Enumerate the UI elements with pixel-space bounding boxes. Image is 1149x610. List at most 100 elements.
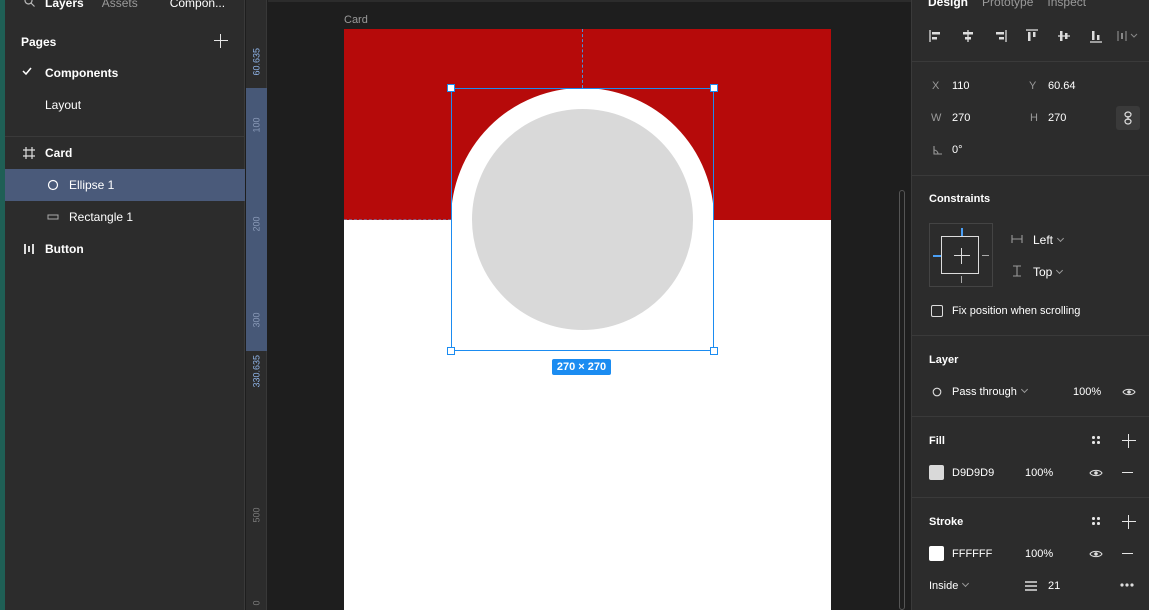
page-item-components[interactable]: Components (0, 57, 245, 89)
chevron-down-icon (1056, 234, 1065, 243)
stroke-hex-field[interactable]: FFFFFF (952, 548, 992, 560)
tab-prototype[interactable]: Prototype (982, 0, 1033, 9)
tab-components[interactable]: Compon... (170, 0, 225, 10)
horizontal-constraint-select[interactable]: Left (1033, 233, 1065, 247)
figma-app: Layers Assets Compon... Pages Components… (0, 0, 1149, 610)
fix-position-checkbox[interactable] (931, 305, 943, 317)
resize-handle-bottom-left[interactable] (447, 347, 455, 355)
align-vertical-center-icon[interactable] (1056, 28, 1072, 44)
y-label: Y (1029, 80, 1037, 92)
blend-mode-select[interactable]: Pass through (952, 385, 1028, 398)
divider (912, 416, 1149, 417)
divider (912, 175, 1149, 176)
right-tabs: Design Prototype Inspect (928, 0, 1086, 9)
divider (912, 61, 1149, 62)
fill-styles-icon[interactable] (1091, 435, 1101, 445)
vertical-constraint-select[interactable]: Top (1033, 265, 1064, 279)
resize-handle-top-right[interactable] (710, 84, 718, 92)
more-options-icon[interactable] (1119, 582, 1135, 588)
width-field[interactable]: 270 (952, 112, 970, 124)
vertical-constraint-icon (1013, 265, 1021, 277)
remove-fill-button[interactable] (1122, 472, 1133, 474)
constraint-h-value: Left (1033, 233, 1054, 247)
add-page-button[interactable] (214, 34, 228, 48)
check-icon (22, 67, 32, 76)
ruler-tick: 500 (251, 507, 262, 523)
chevron-down-icon (962, 579, 970, 588)
fill-title: Fill (929, 435, 945, 447)
auto-layout-icon (24, 244, 34, 254)
layer-card[interactable]: Card (5, 137, 245, 169)
pages-title: Pages (21, 35, 57, 49)
distribute-icon[interactable] (1116, 28, 1140, 44)
fill-color-swatch[interactable] (929, 465, 944, 480)
divider (912, 497, 1149, 498)
constraint-v-value: Top (1033, 265, 1053, 279)
add-stroke-button[interactable] (1122, 515, 1136, 529)
fill-opacity-field[interactable]: 100% (1025, 467, 1053, 479)
x-field[interactable]: 110 (952, 80, 970, 92)
search-icon[interactable] (24, 0, 35, 7)
frame-label[interactable]: Card (344, 14, 368, 26)
blend-mode-icon (932, 387, 942, 397)
add-fill-button[interactable] (1122, 434, 1136, 448)
frame-icon (23, 147, 35, 159)
size-badge: 270 × 270 (552, 359, 611, 375)
tab-layers[interactable]: Layers (45, 0, 84, 10)
constraint-widget[interactable] (929, 223, 993, 287)
eye-icon[interactable] (1089, 468, 1103, 478)
ruler-tick: 300 (251, 312, 262, 328)
chevron-down-icon (1056, 266, 1064, 275)
stroke-styles-icon[interactable] (1091, 516, 1101, 526)
eye-icon[interactable] (1089, 549, 1103, 559)
h-label: H (1030, 112, 1038, 124)
link-icon (1124, 111, 1132, 125)
y-field[interactable]: 60.64 (1048, 80, 1076, 92)
layer-title: Layer (929, 354, 959, 366)
fix-position-label: Fix position when scrolling (952, 305, 1081, 317)
layer-label: Card (45, 146, 73, 160)
remove-stroke-button[interactable] (1122, 553, 1133, 555)
constrain-proportions-button[interactable] (1116, 106, 1140, 130)
chevron-down-icon (1020, 385, 1028, 394)
layer-ellipse-1[interactable]: Ellipse 1 (5, 169, 245, 201)
align-horizontal-center-icon[interactable] (960, 28, 976, 44)
page-label: Components (45, 66, 119, 80)
ruler-tick: 100 (251, 117, 262, 133)
vertical-scrollbar[interactable] (899, 190, 905, 610)
resize-handle-top-left[interactable] (447, 84, 455, 92)
alignment-toolbar (928, 28, 1143, 46)
height-field[interactable]: 270 (1048, 112, 1066, 124)
right-panel: Design Prototype Inspect X 110 Y 60.64 W… (911, 0, 1149, 610)
divider (912, 335, 1149, 336)
ruler-tick: 330.635 (251, 354, 262, 388)
rotation-field[interactable]: 0° (952, 144, 963, 156)
stroke-opacity-field[interactable]: 100% (1025, 548, 1053, 560)
tab-assets[interactable]: Assets (102, 0, 138, 10)
page-item-layout[interactable]: Layout (0, 89, 245, 121)
left-panel: Layers Assets Compon... Pages Components… (0, 0, 245, 610)
eye-icon[interactable] (1122, 387, 1136, 397)
stroke-title: Stroke (929, 516, 964, 528)
layer-rectangle-1[interactable]: Rectangle 1 (5, 201, 245, 233)
tab-inspect[interactable]: Inspect (1047, 0, 1086, 9)
stroke-color-swatch[interactable] (929, 546, 944, 561)
spacing-guide (582, 29, 583, 88)
tab-design[interactable]: Design (928, 0, 968, 9)
blend-mode-value: Pass through (952, 386, 1017, 398)
resize-handle-bottom-right[interactable] (710, 347, 718, 355)
layer-label: Ellipse 1 (69, 178, 115, 192)
layer-button[interactable]: Button (5, 233, 245, 265)
ruler-tick: 60.635 (251, 47, 262, 76)
align-top-icon[interactable] (1024, 28, 1040, 44)
fill-hex-field[interactable]: D9D9D9 (952, 467, 994, 479)
ellipse-icon (47, 179, 59, 191)
layer-opacity-field[interactable]: 100% (1073, 386, 1101, 398)
stroke-position-select[interactable]: Inside (929, 579, 970, 592)
align-left-icon[interactable] (928, 28, 944, 44)
constraints-title: Constraints (929, 193, 991, 205)
left-tabs: Layers Assets Compon... (45, 0, 225, 11)
align-bottom-icon[interactable] (1088, 28, 1104, 44)
stroke-weight-field[interactable]: 21 (1048, 580, 1060, 592)
align-right-icon[interactable] (992, 28, 1008, 44)
